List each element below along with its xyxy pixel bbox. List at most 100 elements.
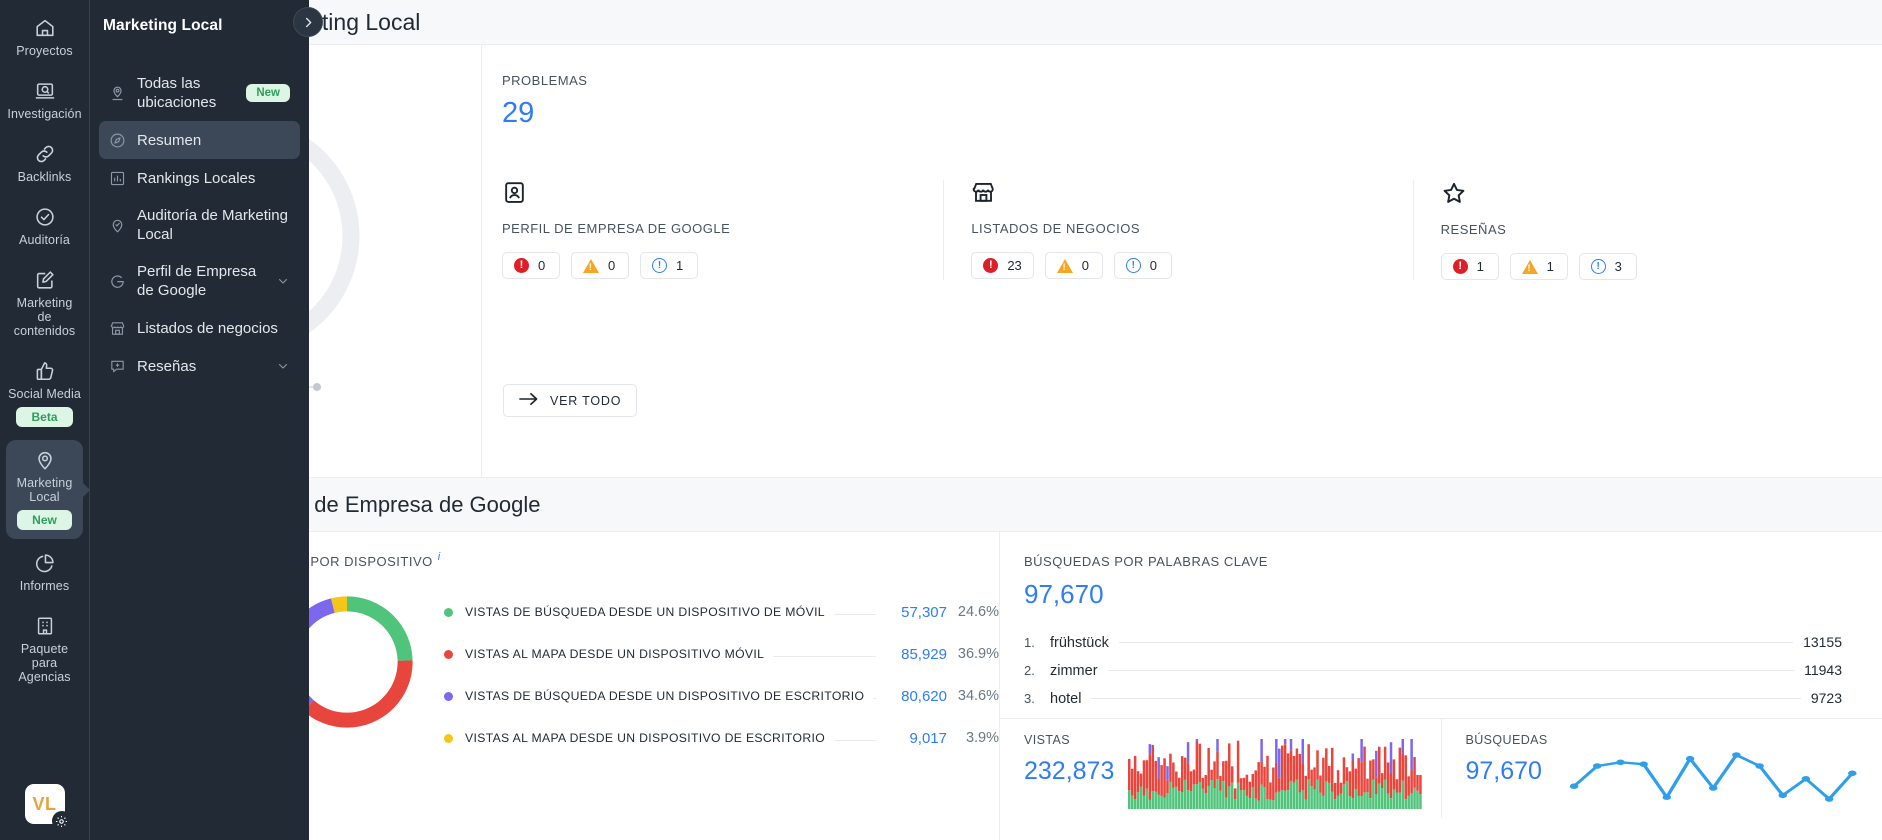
category-chips: ! 0 0 ! 1	[502, 252, 919, 279]
sidebar-item-investigacion[interactable]: Investigación	[6, 71, 83, 130]
sidebar-item-marketing-de-contenidos[interactable]: Marketing de contenidos	[6, 260, 83, 347]
subnav-label: Perfil de Empresa de Google	[137, 262, 265, 300]
star-icon	[1441, 180, 1858, 206]
keyword-term[interactable]: hotel	[1050, 691, 1081, 707]
chip-value: 0	[1082, 258, 1089, 273]
problems-column: PROBLEMAS 29 PERFIL DE EMPRESA DE GOOGLE	[482, 45, 1882, 477]
sidebar-item-backlinks[interactable]: Backlinks	[6, 134, 83, 193]
map-pin-line-icon	[109, 85, 126, 102]
subnav-label: Todas las ubicaciones	[137, 74, 235, 112]
arrow-right-icon	[519, 392, 538, 409]
mini-stat-value: 97,670	[1466, 757, 1548, 786]
sidebar-item-marketing-local[interactable]: Marketing Local New	[6, 440, 83, 539]
error-icon: !	[983, 258, 998, 273]
subnav-item-auditoria-de-marketing-local[interactable]: Auditoría de Marketing Local	[99, 197, 300, 253]
chip-value: 1	[1477, 259, 1484, 274]
chip-info[interactable]: ! 0	[1114, 252, 1172, 279]
legend-leader-line	[873, 698, 876, 699]
subnav-item-rankings-locales[interactable]: Rankings Locales	[99, 159, 300, 197]
keyword-rank: 3.	[1024, 691, 1050, 706]
sidebar-item-paquete-para-agencias[interactable]: Paquete para Agencias	[6, 606, 83, 693]
pencil-square-icon	[34, 269, 56, 291]
sidebar-label: Backlinks	[18, 170, 72, 184]
info-icon: !	[652, 258, 667, 273]
subnav-item-todas-las-ubicaciones[interactable]: Todas las ubicaciones New	[99, 65, 300, 121]
chip-info[interactable]: ! 3	[1579, 253, 1637, 280]
research-icon	[34, 80, 56, 102]
sidebar-item-informes[interactable]: Informes	[6, 543, 83, 602]
bar-chart-icon	[109, 170, 126, 187]
chevron-down-icon[interactable]	[276, 359, 290, 373]
keyword-term[interactable]: frühstück	[1050, 635, 1109, 651]
chip-error[interactable]: ! 1	[1441, 253, 1499, 280]
mini-stat-label: VISTAS	[1024, 733, 1114, 747]
subnav-item-resumen[interactable]: Resumen	[99, 121, 300, 159]
keyword-rank: 1.	[1024, 635, 1050, 650]
subnav-label: Auditoría de Marketing Local	[137, 206, 290, 244]
legend-value: 9,017	[885, 730, 947, 747]
sidebar-label: Marketing Local	[8, 476, 81, 504]
chip-warning[interactable]: 1	[1510, 253, 1568, 280]
device-donut-and-legend: VISTAS DE BÚSQUEDA DESDE UN DISPOSITIVO …	[258, 587, 999, 759]
subnav-label: Rankings Locales	[137, 169, 290, 188]
chip-info[interactable]: ! 1	[640, 252, 698, 279]
view-all-button[interactable]: VER TODO	[503, 384, 637, 417]
subnav-item-listados-de-negocios[interactable]: Listados de negocios	[99, 309, 300, 347]
legend-color-dot	[444, 692, 453, 701]
chip-error[interactable]: ! 0	[502, 252, 560, 279]
keyword-count: 13155	[1803, 634, 1842, 650]
mini-stat-text: VISTAS 232,873	[1024, 733, 1114, 818]
chip-value: 0	[1150, 258, 1157, 273]
link-icon	[34, 143, 56, 165]
subnav-item-resenas[interactable]: Reseñas	[99, 347, 300, 385]
sidebar-label: Marketing de contenidos	[8, 296, 81, 338]
legend-leader-line	[834, 740, 876, 741]
subnav-badge-new: New	[246, 84, 290, 102]
legend-leader-line	[773, 656, 876, 657]
legend-label: VISTAS AL MAPA DESDE UN DISPOSITIVO DE E…	[465, 731, 825, 745]
subnav-item-perfil-de-empresa-de-google[interactable]: Perfil de Empresa de Google	[99, 253, 300, 309]
chip-warning[interactable]: 0	[571, 252, 629, 279]
category-chips: ! 23 0 ! 0	[971, 252, 1388, 279]
sidebar-badge-new: New	[17, 510, 72, 530]
user-avatar-area[interactable]: VL	[25, 784, 65, 824]
sidebar-item-proyectos[interactable]: Proyectos	[6, 8, 83, 67]
chip-value: 23	[1007, 258, 1021, 273]
chip-value: 3	[1615, 259, 1622, 274]
warning-icon	[1522, 260, 1538, 274]
keywords-label: BÚSQUEDAS POR PALABRAS CLAVE	[1024, 554, 1842, 569]
chevron-down-icon[interactable]	[276, 274, 290, 288]
legend-row: VISTAS AL MAPA DESDE UN DISPOSITIVO MÓVI…	[444, 633, 999, 675]
mini-stat-label: BÚSQUEDAS	[1466, 733, 1548, 747]
mini-stats-row: VISTAS 232,873 BÚSQUEDAS 97,670	[1000, 718, 1882, 818]
review-icon	[109, 358, 126, 375]
keyword-term[interactable]: zimmer	[1050, 663, 1098, 679]
legend-row: VISTAS AL MAPA DESDE UN DISPOSITIVO DE E…	[444, 717, 999, 759]
info-superscript-icon[interactable]: i	[438, 551, 440, 563]
keyword-leader-line	[1091, 698, 1800, 699]
legend-row: VISTAS DE BÚSQUEDA DESDE UN DISPOSITIVO …	[444, 675, 999, 717]
map-pin-check-icon	[109, 217, 126, 234]
sidebar-collapse-toggle[interactable]	[293, 7, 323, 37]
sidebar-label: Investigación	[7, 107, 81, 121]
chip-warning[interactable]: 0	[1045, 252, 1103, 279]
home-icon	[34, 17, 56, 39]
secondary-sidebar: Marketing Local Todas las ubicaciones Ne…	[89, 0, 309, 840]
active-indicator-notch	[82, 482, 90, 498]
compass-icon	[109, 132, 126, 149]
chip-value: 0	[608, 258, 615, 273]
primary-sidebar: Proyectos Investigación Backlinks Audito…	[0, 0, 89, 840]
building-icon	[34, 615, 56, 637]
sidebar-label: Informes	[20, 579, 69, 593]
searches-line-svg	[1562, 739, 1864, 809]
sidebar-item-social-media[interactable]: Social Media Beta	[6, 351, 83, 436]
pie-chart-icon	[34, 552, 56, 574]
searches-line-sparkline	[1548, 733, 1882, 818]
category-label: RESEÑAS	[1441, 222, 1858, 237]
sidebar-item-auditoria[interactable]: Auditoría	[6, 197, 83, 256]
chip-error[interactable]: ! 23	[971, 252, 1033, 279]
device-legend: VISTAS DE BÚSQUEDA DESDE UN DISPOSITIVO …	[422, 587, 999, 759]
mini-stat-text: BÚSQUEDAS 97,670	[1466, 733, 1548, 818]
gear-icon[interactable]	[52, 811, 72, 831]
pager-dot[interactable]	[313, 383, 321, 391]
